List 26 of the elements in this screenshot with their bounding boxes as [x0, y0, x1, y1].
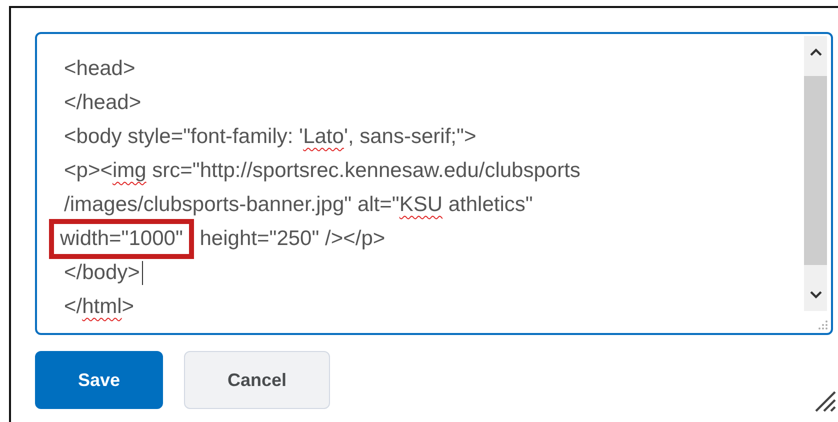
code-text: ', sans-serif;">: [344, 124, 476, 150]
code-text: height="250" /></p>: [198, 226, 386, 252]
save-button[interactable]: Save: [35, 351, 163, 409]
scrollbar[interactable]: [804, 36, 827, 311]
resize-grip-icon[interactable]: [818, 320, 828, 330]
code-text: <head>: [64, 56, 136, 82]
scrollbar-thumb[interactable]: [804, 76, 827, 265]
scroll-down-icon[interactable]: [810, 291, 822, 299]
code-text: /images/clubsports-banner.jpg" alt=": [64, 192, 400, 218]
code-text: <body style="font-family: ': [64, 124, 304, 150]
resize-grip-icon[interactable]: [814, 390, 836, 412]
code-text: </head>: [64, 90, 142, 116]
code-text: KSU: [399, 192, 443, 218]
highlighted-code-text: width="1000": [49, 219, 194, 259]
code-text: Lato: [303, 124, 344, 150]
code-text: <p><: [64, 158, 112, 184]
scroll-up-icon[interactable]: [810, 48, 822, 56]
cancel-button[interactable]: Cancel: [184, 351, 330, 409]
code-text: </: [64, 294, 82, 320]
code-text: >: [122, 294, 134, 320]
html-source-field[interactable]: [35, 32, 833, 335]
code-text: </body>: [64, 260, 140, 286]
code-text: src="http://sportsrec.kennesaw.edu/clubsports: [151, 158, 580, 184]
code-text: html: [82, 294, 122, 320]
code-text: athletics": [447, 192, 533, 218]
code-text: img: [112, 158, 146, 184]
